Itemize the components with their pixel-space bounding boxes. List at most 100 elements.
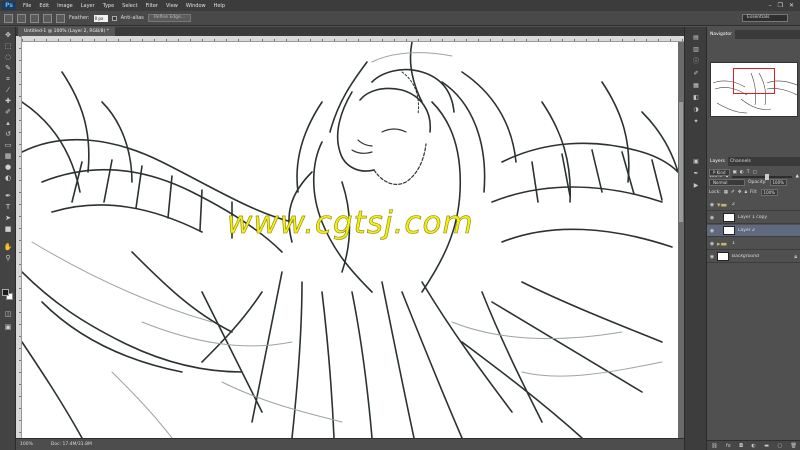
gradient-icon[interactable]: ▦ <box>3 152 13 161</box>
filter-pixel-icon[interactable]: ▣ <box>733 170 737 175</box>
tab-layers[interactable]: Layers <box>707 157 728 166</box>
foreground-color-swatch[interactable] <box>2 289 9 296</box>
visibility-eye-icon[interactable]: ◉ <box>707 202 717 208</box>
eyedropper-icon[interactable]: ⁄ <box>3 86 13 95</box>
fill-label: Fill: <box>750 189 758 195</box>
fill-field[interactable]: 100% <box>760 188 778 196</box>
intersect-selection-icon[interactable] <box>56 13 65 23</box>
filter-adjust-icon[interactable]: ◐ <box>740 170 744 175</box>
layer-name: 2 <box>732 202 735 207</box>
crop-icon[interactable]: ⌗ <box>3 75 13 84</box>
visibility-eye-icon[interactable]: ◉ <box>707 241 717 247</box>
layer-thumbnail <box>717 252 729 261</box>
lock-all-icon[interactable]: 🔒︎ <box>745 189 747 195</box>
zoom-in-icon[interactable]: ▲ <box>796 174 799 179</box>
document-tab[interactable]: Untitled-1 @ 100% (Layer 2, RGB/8) * <box>18 27 115 36</box>
tab-navigator[interactable]: Navigator <box>707 30 736 39</box>
antialias-checkbox[interactable] <box>111 15 117 21</box>
menu-edit[interactable]: Edit <box>35 3 53 9</box>
add-mask-icon[interactable]: ◘ <box>739 443 743 449</box>
menu-file[interactable]: File <box>19 3 35 9</box>
adjustments-panel-icon[interactable]: ◑ <box>691 105 701 114</box>
layer-style-icon[interactable]: fx <box>726 443 731 449</box>
lock-pixels-icon[interactable]: ▦ <box>724 190 728 195</box>
menu-help[interactable]: Help <box>210 3 229 9</box>
link-layers-icon[interactable]: ⛓ <box>711 443 717 449</box>
zoom-icon[interactable]: ⚲ <box>3 254 13 263</box>
styles-panel-icon[interactable]: ✦ <box>691 117 701 126</box>
dodge-icon[interactable]: ◐ <box>3 174 13 183</box>
scrollbar-thumb[interactable] <box>679 102 683 222</box>
visibility-eye-icon[interactable]: ◉ <box>707 215 717 221</box>
canvas[interactable]: www.cgtsj.com <box>22 42 678 438</box>
history-panel-icon[interactable]: ▤ <box>691 33 701 42</box>
swatches-panel-icon[interactable]: ▦ <box>691 81 701 90</box>
feather-input[interactable]: 0 px <box>93 14 108 22</box>
brush-icon[interactable]: ✐ <box>3 108 13 117</box>
menu-image[interactable]: Image <box>53 3 77 9</box>
new-selection-icon[interactable] <box>17 13 26 23</box>
layer-filter-select[interactable]: P Kind <box>709 168 730 176</box>
workspace-select[interactable]: Essentials <box>742 14 788 22</box>
status-zoom[interactable]: 100% <box>20 442 33 447</box>
shape-icon[interactable]: ■ <box>3 225 13 234</box>
color-panel-icon[interactable]: ◧ <box>691 93 701 102</box>
menu-select[interactable]: Select <box>118 3 141 9</box>
delete-layer-icon[interactable]: 🗑︎ <box>790 443 796 449</box>
paths-panel-icon[interactable]: ✒ <box>691 169 701 178</box>
close-icon[interactable]: ✕ <box>789 2 794 9</box>
move-icon[interactable]: ✥ <box>3 31 13 40</box>
filter-type-icon[interactable]: T <box>747 170 750 175</box>
layer-row-layer-1-copy[interactable]: ◉ Layer 1 copy <box>707 212 800 224</box>
properties-panel-icon[interactable]: ▥ <box>691 45 701 54</box>
filter-shape-icon[interactable]: ▢ <box>752 170 756 175</box>
marquee-icon[interactable]: ⬚ <box>3 42 13 51</box>
layer-comps-icon[interactable]: ▣ <box>691 157 701 166</box>
subtract-selection-icon[interactable] <box>43 13 52 23</box>
lock-move-icon[interactable]: ✥ <box>738 190 742 195</box>
visibility-eye-icon[interactable]: ◉ <box>707 228 717 234</box>
refine-edge-button[interactable]: Refine Edge... <box>147 14 192 22</box>
menu-layer[interactable]: Layer <box>77 3 99 9</box>
tab-channels[interactable]: Channels <box>727 157 754 166</box>
layer-row-layer-2[interactable]: ◉ Layer 2 <box>707 225 800 237</box>
new-layer-icon[interactable]: ▢ <box>777 443 782 449</box>
adjustment-layer-icon[interactable]: ◐ <box>751 443 755 449</box>
menu-window[interactable]: Window <box>182 3 210 9</box>
brush-panel-icon[interactable]: ✐ <box>691 69 701 78</box>
panel-dock: ▤ ▥ ⓘ ✐ ▦ ◧ ◑ ✦ ▣ ✒ ▶ <box>684 27 706 450</box>
minimize-icon[interactable]: – <box>769 2 772 9</box>
maximize-icon[interactable]: ❐ <box>778 2 783 9</box>
actions-panel-icon[interactable]: ▶ <box>691 181 701 190</box>
history-brush-icon[interactable]: ↺ <box>3 130 13 139</box>
layer-row-group-1[interactable]: ◉ ▸▬ 1 <box>707 238 800 250</box>
opacity-field[interactable]: 100% <box>769 178 787 186</box>
pen-icon[interactable]: ✒ <box>3 192 13 201</box>
path-select-icon[interactable]: ➤ <box>3 214 13 223</box>
layer-row-background[interactable]: ◉ Background 🔒︎ <box>707 251 800 263</box>
menu-type[interactable]: Type <box>99 3 118 9</box>
feather-label: Feather: <box>69 15 90 21</box>
eraser-icon[interactable]: ▭ <box>3 141 13 150</box>
new-group-icon[interactable]: ▬ <box>764 443 769 449</box>
lasso-icon[interactable]: ◌ <box>3 53 13 62</box>
quick-mask-icon[interactable]: ◫ <box>3 310 13 319</box>
lock-paint-icon[interactable]: ✐ <box>731 190 735 195</box>
visibility-eye-icon[interactable]: ◉ <box>707 254 717 260</box>
healing-icon[interactable]: ✚ <box>3 97 13 106</box>
quick-select-icon[interactable]: ✎ <box>3 64 13 73</box>
info-panel-icon[interactable]: ⓘ <box>691 57 701 66</box>
blur-icon[interactable]: ● <box>3 163 13 172</box>
hand-icon[interactable]: ✋ <box>3 243 13 252</box>
lasso-preset-icon[interactable] <box>4 13 13 23</box>
stamp-icon[interactable]: ▴ <box>3 119 13 128</box>
menu-view[interactable]: View <box>162 3 182 9</box>
layer-row-group-2[interactable]: ◉ ▾▬ 2 <box>707 199 800 211</box>
menu-filter[interactable]: Filter <box>142 3 162 9</box>
add-selection-icon[interactable] <box>30 13 39 23</box>
screen-mode-icon[interactable]: ▣ <box>3 323 13 332</box>
navigator-view-box[interactable] <box>733 68 775 94</box>
type-icon[interactable]: T <box>3 203 13 212</box>
navigator-preview[interactable] <box>710 62 798 117</box>
blend-mode-select[interactable]: Normal <box>709 178 745 186</box>
